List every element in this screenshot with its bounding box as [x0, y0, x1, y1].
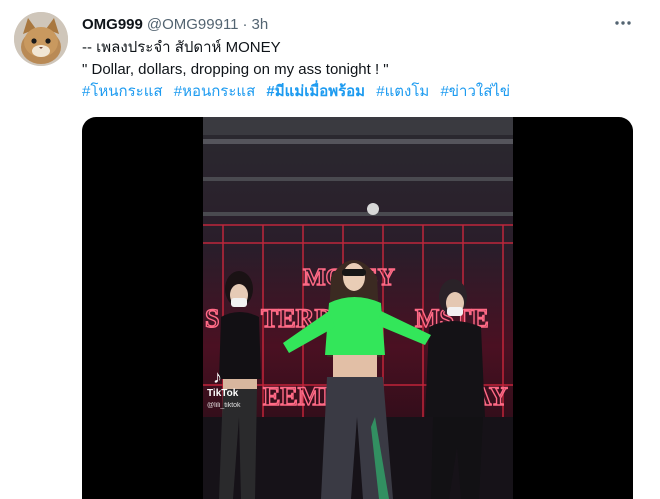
tweet-text-line: " Dollar, dollars, dropping on my ass to… — [82, 61, 389, 78]
hashtag-link[interactable]: #แตงโม — [376, 83, 429, 100]
hashtag-link[interactable]: #ข่าวใส่ไข่ — [440, 83, 510, 100]
tweet-header: OMG999 @OMG99911 · 3h — [82, 14, 268, 34]
video-player[interactable]: MONEY S TERRI MSTE EEMENT SWAY — [203, 117, 513, 499]
avatar[interactable] — [14, 12, 68, 66]
tiktok-icon: ♪ — [213, 367, 222, 387]
user-handle[interactable]: @OMG99911 — [147, 16, 239, 33]
separator-dot: · — [242, 15, 248, 33]
tiktok-watermark: ♪ TikTok @lili_tiktok — [207, 367, 241, 409]
video-frame: MONEY S TERRI MSTE EEMENT SWAY — [203, 117, 513, 499]
hashtag-link[interactable]: #มีแม่เมื่อพร้อม — [266, 83, 365, 100]
tweet-text-line: -- เพลงประจำ สัปดาห์ MONEY — [82, 39, 281, 56]
hashtag-row: #โหนกระแส #หอนกระแส #มีแม่เมื่อพร้อม #แต… — [82, 82, 517, 102]
hashtag-link[interactable]: #โหนกระแส — [82, 83, 163, 100]
sign-text-left: S — [205, 304, 219, 333]
tweet[interactable]: OMG999 @OMG99911 · 3h -- เพลงประจำ สัปดา… — [0, 0, 660, 499]
media-container[interactable]: MONEY S TERRI MSTE EEMENT SWAY — [82, 117, 633, 499]
display-name[interactable]: OMG999 — [82, 16, 143, 33]
hashtag-link[interactable]: #หอนกระแส — [174, 83, 256, 100]
tiktok-handle: @lili_tiktok — [207, 402, 241, 409]
tiktok-label: TikTok — [207, 388, 239, 399]
timestamp[interactable]: 3h — [252, 16, 269, 33]
more-horizontal-icon[interactable] — [612, 12, 634, 34]
